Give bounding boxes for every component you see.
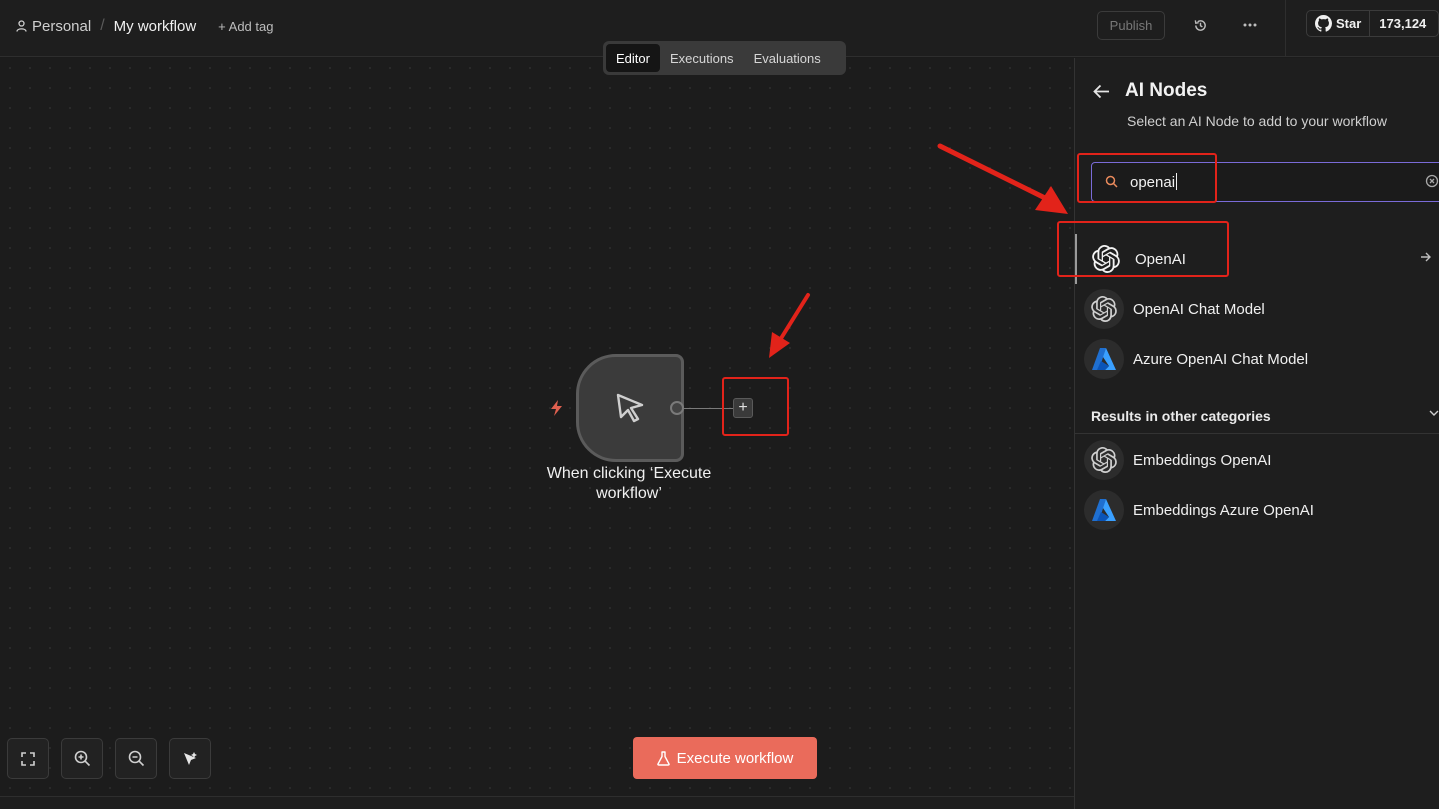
execute-workflow-button[interactable]: Execute workflow <box>633 737 817 779</box>
tab-executions[interactable]: Executions <box>660 44 744 72</box>
azure-icon <box>1084 339 1124 379</box>
github-icon <box>1315 15 1332 32</box>
project-name: Personal <box>32 17 92 35</box>
result-label: Embeddings Azure OpenAI <box>1133 501 1314 519</box>
node-label: When clicking ‘Execute workflow’ <box>546 465 712 502</box>
annotation-arrow-icon <box>769 293 810 358</box>
result-label: Embeddings OpenAI <box>1133 451 1272 469</box>
github-star-text: Star <box>1336 16 1362 31</box>
annotation-box-openai <box>1057 221 1229 277</box>
zoom-out-button[interactable] <box>115 738 157 779</box>
annotation-box-search <box>1077 153 1217 203</box>
logs-bar[interactable] <box>0 796 1074 809</box>
execute-workflow-label: Execute workflow <box>676 749 794 767</box>
project-link[interactable]: Personal <box>16 18 91 35</box>
breadcrumb-separator: / <box>100 17 105 34</box>
github-star-button[interactable]: Star 173,124 <box>1306 10 1439 37</box>
header-divider <box>1285 0 1286 57</box>
result-item-openai-chat-model[interactable]: OpenAI Chat Model <box>1075 284 1439 334</box>
annotation-arrow-icon <box>937 143 1068 214</box>
zoom-out-icon <box>128 750 144 767</box>
fit-view-icon <box>21 751 35 766</box>
github-star-count: 173,124 <box>1379 16 1427 31</box>
result-label: OpenAI Chat Model <box>1133 300 1265 318</box>
arrow-right-icon <box>1421 252 1431 262</box>
more-menu-button[interactable] <box>1240 15 1260 35</box>
tidy-up-button[interactable] <box>169 738 211 779</box>
trigger-node[interactable] <box>576 354 684 462</box>
tab-editor[interactable]: Editor <box>606 44 660 72</box>
other-categories-title: Results in other categories <box>1091 407 1271 424</box>
workflow-canvas[interactable] <box>0 58 1074 796</box>
result-item-embeddings-openai[interactable]: Embeddings OpenAI <box>1075 435 1439 485</box>
zoom-in-icon <box>74 750 90 767</box>
clear-search-icon[interactable] <box>1425 174 1439 188</box>
result-label: Azure OpenAI Chat Model <box>1133 350 1309 368</box>
openai-icon <box>1084 289 1124 329</box>
chevron-down-icon <box>1429 410 1439 416</box>
node-output-handle[interactable] <box>670 401 684 415</box>
panel-subtitle: Select an AI Node to add to your workflo… <box>1127 113 1387 129</box>
tab-evaluations[interactable]: Evaluations <box>744 44 831 72</box>
panel-title: AI Nodes <box>1125 80 1208 101</box>
other-categories-header[interactable]: Results in other categories <box>1075 398 1439 434</box>
pointer-icon <box>616 393 644 423</box>
annotation-box-add-node <box>722 377 789 436</box>
trigger-bolt-icon <box>551 400 562 416</box>
history-button[interactable] <box>1190 15 1210 35</box>
more-horizontal-icon <box>1243 23 1257 27</box>
result-item-azure-openai-chat-model[interactable]: Azure OpenAI Chat Model <box>1075 334 1439 384</box>
mode-tabs: Editor Executions Evaluations <box>603 41 846 75</box>
back-arrow-icon[interactable] <box>1093 84 1110 99</box>
add-tag-button[interactable]: + Add tag <box>218 19 273 34</box>
breadcrumb: Personal / My workflow + Add tag <box>16 17 273 35</box>
tidy-up-icon <box>184 751 197 765</box>
flask-icon <box>656 750 670 766</box>
workflow-name[interactable]: My workflow <box>114 18 197 35</box>
history-icon <box>1194 19 1206 31</box>
openai-icon <box>1084 440 1124 480</box>
github-star-label: Star <box>1307 11 1371 36</box>
publish-button[interactable]: Publish <box>1097 11 1165 40</box>
fit-view-button[interactable] <box>7 738 49 779</box>
zoom-in-button[interactable] <box>61 738 103 779</box>
result-item-embeddings-azure-openai[interactable]: Embeddings Azure OpenAI <box>1075 485 1439 535</box>
azure-icon <box>1084 490 1124 530</box>
user-icon <box>16 20 27 32</box>
